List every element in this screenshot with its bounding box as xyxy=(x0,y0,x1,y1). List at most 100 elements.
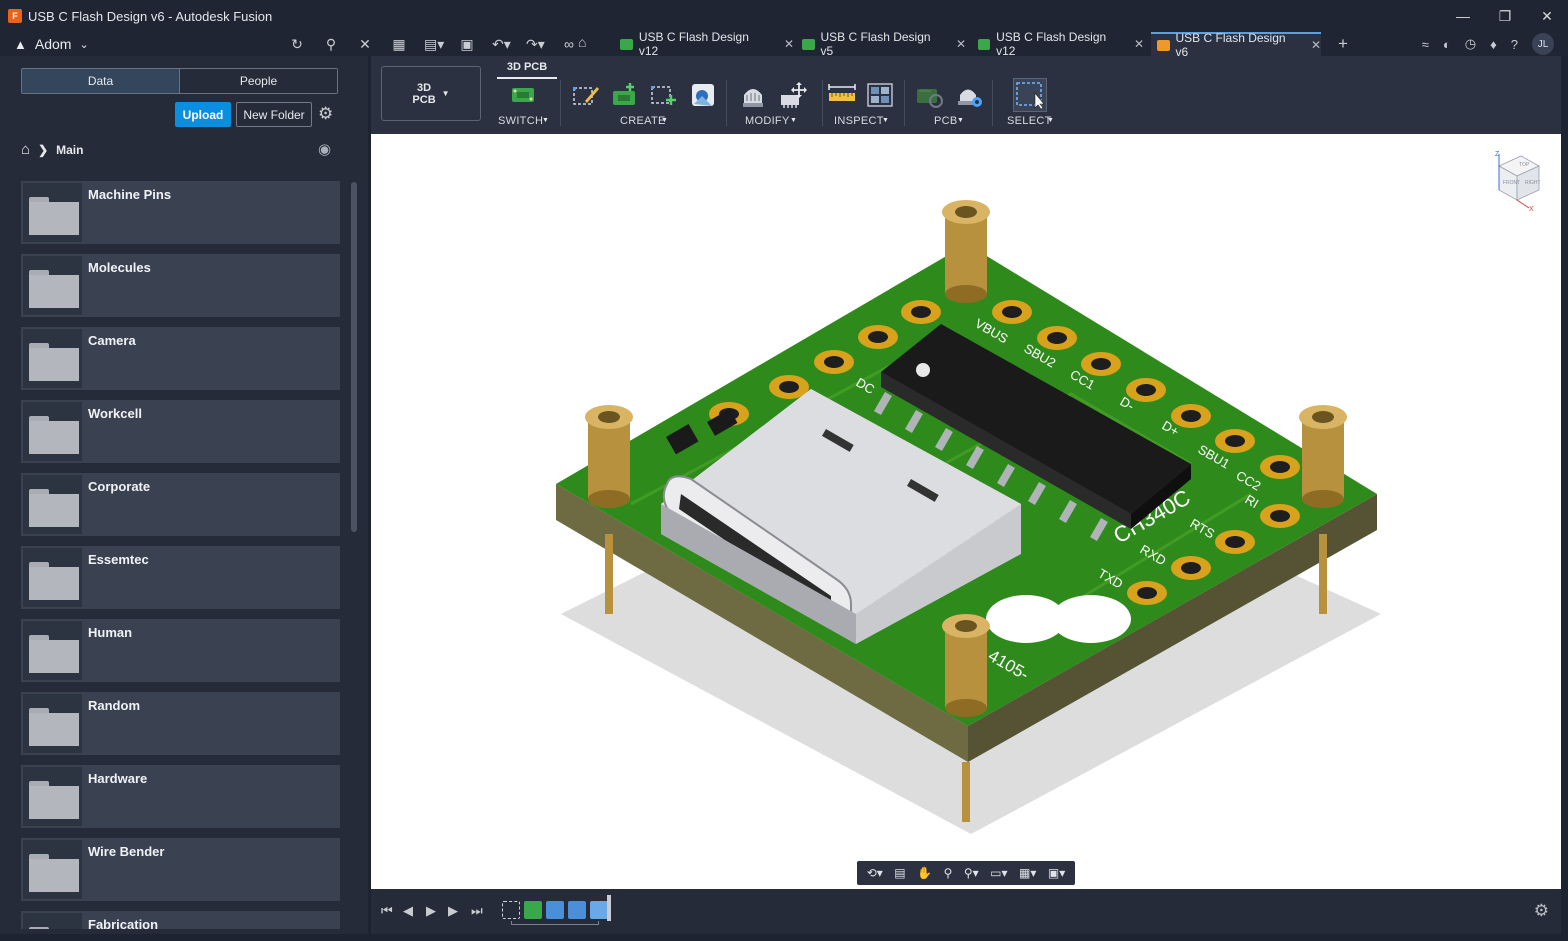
select-icon[interactable] xyxy=(1013,78,1047,112)
tab-usb-c-flash-design-v12-board[interactable]: USB C Flash Design v12 ✕ xyxy=(972,30,1144,58)
tab-usb-c-flash-design-v6[interactable]: USB C Flash Design v6 ✕ xyxy=(1151,31,1321,59)
viewports-icon[interactable]: ▣▾ xyxy=(1048,866,1065,880)
folder-thumbnail xyxy=(23,183,82,242)
zoom-window-icon[interactable]: ⚲ xyxy=(944,866,953,880)
workspace-selector[interactable]: 3D PCB ▼ xyxy=(381,66,481,121)
pcb-feature[interactable] xyxy=(524,901,542,919)
group-pcb-label[interactable]: PCB xyxy=(934,115,958,127)
list-item[interactable]: Workcell xyxy=(21,400,340,463)
list-item[interactable]: Wire Bender xyxy=(21,838,340,901)
minimize-icon[interactable]: — xyxy=(1442,0,1484,32)
look-at-icon[interactable]: ▤ xyxy=(894,866,905,880)
move-component-icon[interactable] xyxy=(777,80,807,110)
home-icon[interactable]: ⌂ xyxy=(578,34,586,50)
save-icon[interactable]: ▣ xyxy=(458,36,476,53)
list-item[interactable]: Machine Pins xyxy=(21,181,340,244)
create-component-icon[interactable] xyxy=(610,80,640,110)
home-icon[interactable]: ⌂ xyxy=(21,141,30,158)
group-select-label[interactable]: SELECT xyxy=(1007,115,1052,127)
list-item[interactable]: Camera xyxy=(21,327,340,390)
restore-icon[interactable]: ❐ xyxy=(1484,0,1526,32)
step-back-icon[interactable]: ◀ xyxy=(403,903,413,919)
create-outline-icon[interactable] xyxy=(649,80,679,110)
file-menu-icon[interactable]: ▤▾ xyxy=(424,36,444,53)
list-item[interactable]: Essemtec xyxy=(21,546,340,609)
list-item[interactable]: Random xyxy=(21,692,340,755)
zoom-icon[interactable]: ⚲▾ xyxy=(964,866,979,880)
upload-button[interactable]: Upload xyxy=(175,102,231,127)
list-item[interactable]: Molecules xyxy=(21,254,340,317)
measure-icon[interactable] xyxy=(827,80,857,110)
undo-icon[interactable]: ↶▾ xyxy=(492,36,511,53)
display-settings-icon[interactable]: ▭▾ xyxy=(990,866,1007,880)
close-tab-icon[interactable]: ✕ xyxy=(1134,37,1144,51)
group-switch-label[interactable]: SWITCH xyxy=(498,115,543,127)
globe-icon[interactable]: ◉ xyxy=(318,140,331,158)
gear-icon[interactable]: ⚙ xyxy=(318,104,333,124)
tab-usb-c-flash-design-v5[interactable]: USB C Flash Design v5 ✕ xyxy=(796,30,966,58)
help-icon[interactable]: ? xyxy=(1511,37,1518,52)
viewcube-right-label[interactable]: RIGHT xyxy=(1525,180,1541,186)
list-item[interactable]: Human xyxy=(21,619,340,682)
decal-icon[interactable] xyxy=(688,80,718,110)
viewcube-top-label[interactable]: TOP xyxy=(1519,162,1530,168)
folder-name: Random xyxy=(88,698,140,713)
close-tab-icon[interactable]: ✕ xyxy=(784,37,794,51)
image-feature[interactable] xyxy=(546,901,564,919)
pcb-3d-model[interactable]: VBUS SBU2 CC1 D- D+ SBU1 CC2 RI RTS RXD … xyxy=(371,134,1561,889)
new-tab-icon[interactable]: + xyxy=(1338,34,1348,54)
refresh-icon[interactable]: ↻ xyxy=(288,36,306,53)
breadcrumb-current[interactable]: Main xyxy=(56,143,83,157)
clock-icon[interactable]: ◷ xyxy=(1465,36,1476,52)
component-lift-icon[interactable] xyxy=(738,80,768,110)
gear-icon[interactable]: ⚙ xyxy=(1534,901,1549,921)
tab-people[interactable]: People xyxy=(179,69,337,93)
close-panel-icon[interactable]: ✕ xyxy=(356,36,374,53)
extensions-icon[interactable]: ≈ xyxy=(1422,37,1429,52)
close-tab-icon[interactable]: ✕ xyxy=(956,37,966,51)
list-item[interactable]: Corporate xyxy=(21,473,340,536)
orbit-icon[interactable]: ⟲▾ xyxy=(867,866,883,880)
pan-icon[interactable]: ✋ xyxy=(917,866,932,880)
timeline-marker[interactable] xyxy=(607,895,611,921)
tab-data[interactable]: Data xyxy=(22,69,179,93)
pcb-sync-icon[interactable] xyxy=(914,80,944,110)
list-item[interactable]: Hardware xyxy=(21,765,340,828)
group-create-label[interactable]: CREATE xyxy=(620,115,666,127)
new-folder-button[interactable]: New Folder xyxy=(236,102,312,127)
canvas-viewport[interactable]: VBUS SBU2 CC1 D- D+ SBU1 CC2 RI RTS RXD … xyxy=(371,134,1561,889)
viewcube-front-label[interactable]: FRONT xyxy=(1503,180,1520,186)
data-panel-scrollbar[interactable] xyxy=(351,182,357,532)
team-selector[interactable]: ▲ Adom ⌄ xyxy=(14,36,89,52)
link-icon[interactable]: ∞ xyxy=(560,36,578,52)
insert-feature[interactable] xyxy=(590,901,608,919)
redo-icon[interactable]: ↷▾ xyxy=(526,36,545,53)
folder-name: Human xyxy=(88,625,133,640)
view-cube[interactable]: TOP FRONT RIGHT Z X xyxy=(1485,148,1545,213)
tab-usb-c-flash-design-v12[interactable]: USB C Flash Design v12 ✕ xyxy=(614,30,794,58)
grid-icon[interactable]: ▦▾ xyxy=(1019,866,1036,880)
list-item[interactable]: Fabrication xyxy=(21,911,340,929)
job-status-icon[interactable]: ◐ xyxy=(1443,37,1451,52)
step-forward-icon[interactable]: ▶ xyxy=(448,903,458,919)
group-inspect-label[interactable]: INSPECT xyxy=(834,115,884,127)
group-modify-label[interactable]: MODIFY xyxy=(745,115,790,127)
close-tab-icon[interactable]: ✕ xyxy=(1311,38,1321,52)
switch-board-icon[interactable] xyxy=(508,80,538,110)
sketch-feature[interactable] xyxy=(502,901,520,919)
push-to-board-icon[interactable] xyxy=(954,80,984,110)
go-to-end-icon[interactable]: ⏭ xyxy=(471,903,483,919)
section-analysis-icon[interactable] xyxy=(865,80,895,110)
notification-bell-icon[interactable]: ♦ xyxy=(1490,37,1497,52)
go-to-start-icon[interactable]: ⏮ xyxy=(381,903,393,919)
avatar[interactable]: JL xyxy=(1532,33,1554,55)
tab-3d-pcb[interactable]: 3D PCB xyxy=(497,59,557,79)
play-icon[interactable]: ▶ xyxy=(426,903,436,919)
sketch-icon[interactable] xyxy=(571,80,601,110)
tab-label: USB C Flash Design v12 xyxy=(638,30,749,58)
close-icon[interactable]: ✕ xyxy=(1526,0,1568,32)
grid-icon[interactable]: ▦ xyxy=(390,36,408,53)
image-feature[interactable] xyxy=(568,901,586,919)
standoff-back[interactable] xyxy=(942,200,990,303)
search-icon[interactable]: ⚲ xyxy=(322,36,340,53)
